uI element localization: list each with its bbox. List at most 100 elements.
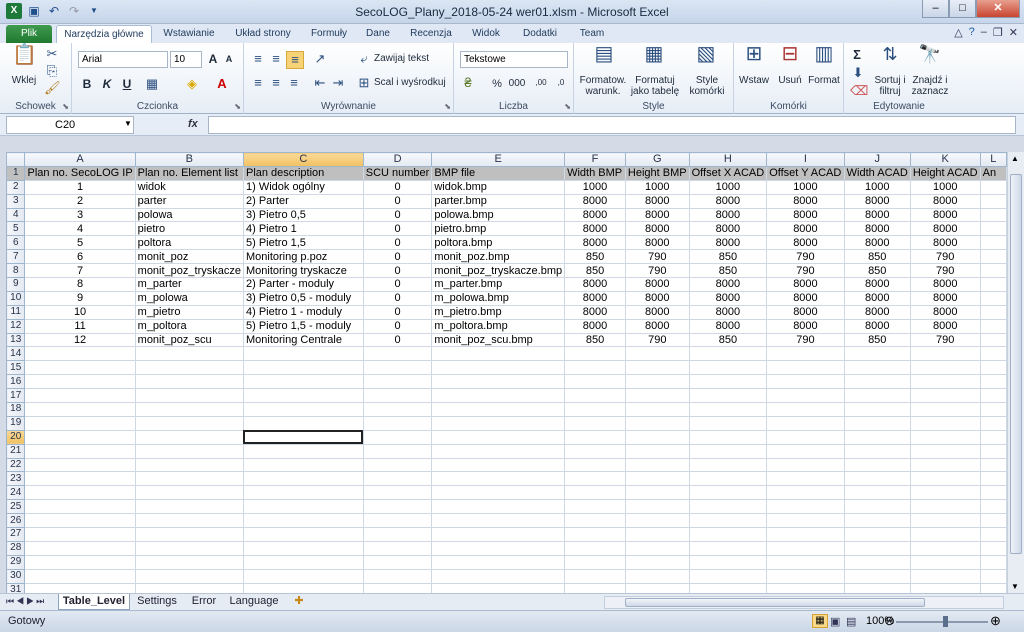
cell[interactable] [843, 415, 911, 431]
merge-icon[interactable]: ⊞ [356, 75, 372, 91]
header-cell[interactable]: Plan no. SecoLOG IP [24, 165, 136, 181]
cell[interactable]: 8000 [843, 290, 911, 306]
cell[interactable]: 0 [362, 179, 433, 195]
cell[interactable] [242, 457, 364, 473]
cell[interactable] [362, 568, 433, 584]
cell[interactable] [134, 540, 244, 556]
cell[interactable] [242, 415, 364, 431]
cell[interactable]: 0 [362, 221, 433, 237]
cell[interactable]: 790 [909, 263, 981, 279]
cell[interactable] [134, 582, 244, 593]
active-cell[interactable] [242, 429, 364, 445]
cell[interactable] [564, 402, 626, 417]
cell[interactable] [979, 443, 1007, 459]
row-header[interactable]: 23 [6, 471, 26, 487]
cell[interactable]: 8000 [843, 277, 911, 292]
cell[interactable] [909, 554, 981, 570]
cell[interactable]: Monitoring p.poz [242, 249, 364, 265]
cell[interactable]: poltora [134, 235, 244, 251]
cell[interactable] [909, 540, 981, 556]
cell[interactable]: 2) Parter [242, 193, 364, 209]
cell[interactable] [564, 540, 626, 556]
cell[interactable] [564, 513, 626, 529]
fill-icon[interactable]: ⬇ [850, 65, 866, 81]
percent-button[interactable]: % [490, 78, 504, 90]
header-cell[interactable]: Offset Y ACAD [766, 165, 845, 181]
dialog-launcher-icon[interactable]: ⬊ [444, 102, 451, 111]
cell[interactable] [766, 485, 845, 501]
format-cells-icon[interactable]: ▥ [812, 44, 836, 70]
cell[interactable] [766, 471, 845, 487]
cell[interactable]: 9 [24, 290, 136, 306]
cell[interactable] [979, 249, 1007, 265]
cell[interactable] [624, 554, 690, 570]
cell[interactable] [134, 527, 244, 542]
wrap-text-button[interactable]: Zawijaj tekst [374, 53, 429, 64]
cell[interactable] [24, 540, 136, 556]
column-header-k[interactable]: K [909, 152, 981, 167]
row-header[interactable]: 6 [6, 235, 26, 251]
cell[interactable]: m_polowa.bmp [431, 290, 566, 306]
cell[interactable]: 8000 [688, 207, 768, 223]
cell[interactable]: 8000 [843, 207, 911, 223]
sort-filter-icon[interactable]: ⇅ [878, 45, 902, 70]
cell[interactable]: 4) Pietro 1 [242, 221, 364, 237]
cell[interactable]: 1000 [843, 179, 911, 195]
cell[interactable] [24, 554, 136, 570]
cell[interactable] [909, 388, 981, 404]
cell[interactable]: 8000 [909, 304, 981, 320]
cell[interactable] [431, 582, 566, 593]
cell[interactable] [843, 485, 911, 501]
header-cell[interactable]: BMP file [431, 165, 566, 181]
column-header-b[interactable]: B [134, 152, 244, 167]
row-header[interactable]: 11 [6, 304, 26, 320]
cell[interactable] [431, 513, 566, 529]
dialog-launcher-icon[interactable]: ⬊ [234, 102, 241, 111]
cell[interactable]: 0 [362, 332, 433, 348]
cell[interactable] [766, 499, 845, 515]
header-cell[interactable]: An [979, 165, 1007, 181]
cell[interactable] [979, 207, 1007, 223]
cell[interactable]: m_pietro.bmp [431, 304, 566, 320]
cell[interactable] [979, 388, 1007, 404]
cut-icon[interactable]: ✂ [44, 46, 60, 62]
column-header-a[interactable]: A [24, 152, 136, 167]
sheet-tab-error[interactable]: Error [186, 594, 222, 610]
cell[interactable]: 8000 [766, 318, 845, 334]
cell[interactable]: 1 [24, 179, 136, 195]
cell[interactable]: 12 [24, 332, 136, 348]
cell[interactable] [362, 374, 433, 390]
cell[interactable]: 8000 [766, 221, 845, 237]
cell[interactable] [688, 402, 768, 417]
autosum-button[interactable]: Σ [850, 47, 864, 62]
cell[interactable]: 8000 [564, 235, 626, 251]
tab-team[interactable]: Team [572, 25, 612, 43]
format-as-table-icon[interactable]: ▦ [642, 44, 666, 70]
header-cell[interactable]: Plan no. Element list [134, 165, 244, 181]
cell[interactable] [766, 346, 845, 362]
scroll-down-icon[interactable]: ▼ [1011, 582, 1019, 591]
row-header[interactable]: 16 [6, 374, 26, 390]
cell[interactable]: 3 [24, 207, 136, 223]
orientation-icon[interactable]: ↗ [312, 51, 328, 67]
cell[interactable] [24, 415, 136, 431]
cell[interactable]: 8000 [624, 304, 690, 320]
delete-cells-icon[interactable]: ⊟ [778, 44, 802, 70]
tab-page-layout[interactable]: Układ strony [226, 25, 300, 43]
cell[interactable] [624, 415, 690, 431]
column-header-l[interactable]: L [979, 152, 1007, 167]
cell[interactable]: 1000 [909, 179, 981, 195]
sheet-tab-table-level[interactable]: Table_Level [58, 594, 130, 610]
tab-file[interactable]: Plik [6, 25, 52, 43]
cell[interactable] [431, 388, 566, 404]
cell[interactable] [979, 290, 1007, 306]
sort-filter-button[interactable]: Sortuj i filtruj [870, 75, 910, 97]
cell[interactable] [431, 346, 566, 362]
cell[interactable]: 8000 [624, 277, 690, 292]
cell[interactable] [909, 582, 981, 593]
cell[interactable] [24, 485, 136, 501]
cell[interactable] [979, 304, 1007, 320]
cell[interactable] [843, 540, 911, 556]
cell[interactable]: 11 [24, 318, 136, 334]
horizontal-scroll-thumb[interactable] [625, 598, 925, 607]
